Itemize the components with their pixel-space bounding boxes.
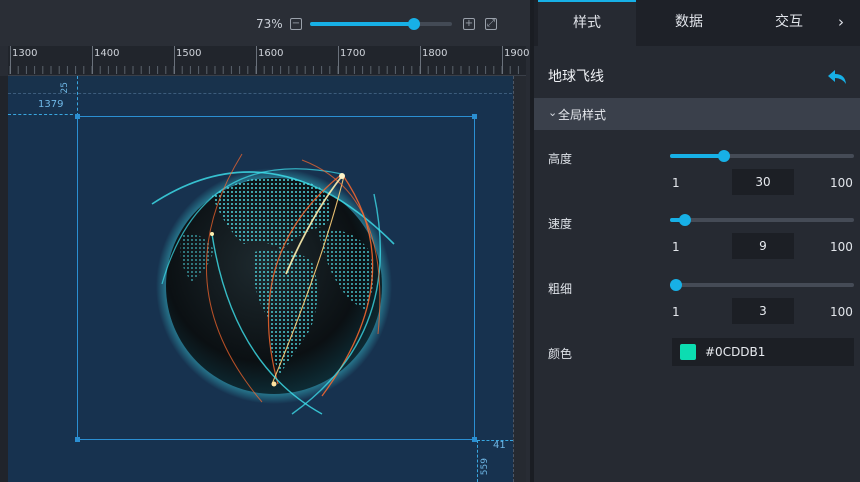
ruler-major-tick [420, 46, 421, 74]
flyline-node [339, 173, 345, 179]
flyline-globe-widget[interactable] [142, 134, 410, 424]
tab-data[interactable]: 数据 [640, 0, 738, 46]
app-window: 73% − + ⤢ 1300 1400 1500 1600 1700 1800 … [0, 0, 860, 482]
chevron-down-icon: ⌄ [548, 106, 558, 119]
panel-tabs: 样式 数据 交互 › [534, 0, 860, 46]
vertical-ruler [0, 76, 8, 482]
plus-square-icon: + [464, 18, 474, 29]
height-input[interactable] [732, 169, 794, 195]
ruler-tick-label: 1800 [422, 48, 448, 59]
canvas-vertical-scrollbar[interactable] [513, 76, 526, 482]
undo-arrow-icon[interactable] [826, 68, 848, 86]
range-max: 100 [830, 240, 853, 254]
ruler-tick-label: 1400 [94, 48, 120, 59]
canvas-area: 73% − + ⤢ 1300 1400 1500 1600 1700 1800 … [0, 0, 530, 482]
guide-line-right [477, 440, 478, 482]
resize-handle[interactable] [75, 114, 80, 119]
chevron-right-icon[interactable]: › [838, 13, 844, 31]
tab-style[interactable]: 样式 [538, 0, 636, 46]
ruler-major-tick [10, 46, 11, 74]
zoom-slider-fill [310, 22, 414, 26]
flyline-node [271, 381, 277, 387]
tab-interaction[interactable]: 交互 [740, 0, 838, 46]
ruler-tick-label: 1600 [258, 48, 284, 59]
ruler-tick-label: 1700 [340, 48, 366, 59]
guide-line-left [8, 114, 78, 115]
component-title: 地球飞线 [548, 69, 604, 85]
slider-handle[interactable] [678, 214, 691, 226]
zoom-slider[interactable] [310, 18, 452, 30]
color-hex-value: #0CDDB1 [705, 345, 766, 359]
ruler-major-tick [502, 46, 503, 74]
ruler-major-tick [338, 46, 339, 74]
property-panel: 样式 数据 交互 › 地球飞线 ⌄ 全局样式 高度 1 100 速度 1 1 [530, 0, 860, 482]
prop-label-speed: 速度 [548, 217, 573, 231]
section-header-global-style[interactable]: ⌄ 全局样式 [534, 98, 860, 130]
range-max: 100 [830, 305, 853, 319]
fit-screen-button[interactable]: ⤢ [485, 18, 497, 30]
ruler-major-tick [174, 46, 175, 74]
zoom-out-button[interactable]: − [290, 18, 302, 30]
ruler-tick-label: 1900 [504, 48, 530, 59]
speed-input[interactable] [732, 233, 794, 259]
fit-screen-icon: ⤢ [487, 18, 495, 29]
ruler-major-tick [256, 46, 257, 74]
zoom-slider-handle[interactable] [407, 18, 420, 30]
ruler-tick-label: 1500 [176, 48, 202, 59]
resize-handle[interactable] [75, 437, 80, 442]
prop-label-color: 颜色 [548, 347, 573, 361]
height-slider[interactable] [670, 150, 854, 162]
prop-label-thickness: 粗细 [548, 282, 573, 296]
slider-handle[interactable] [717, 150, 730, 162]
range-max: 100 [830, 176, 853, 190]
offset-bottom-readout: 559 [480, 458, 490, 476]
range-min: 1 [672, 176, 680, 190]
position-x-readout: 1379 [38, 99, 64, 110]
offset-right-readout: 41 [493, 440, 506, 451]
speed-slider[interactable] [670, 214, 854, 226]
prop-label-height: 高度 [548, 152, 573, 166]
thickness-slider[interactable] [670, 279, 854, 291]
minus-square-icon: − [291, 18, 301, 29]
zoom-percent-label: 73% [256, 17, 283, 31]
ruler-tick-label: 1300 [12, 48, 38, 59]
zoom-in-button[interactable]: + [463, 18, 475, 30]
position-y-readout: 25 [60, 82, 70, 94]
range-min: 1 [672, 305, 680, 319]
ruler-major-tick [92, 46, 93, 74]
slider-fill [670, 154, 724, 158]
resize-handle[interactable] [472, 114, 477, 119]
stage-top-margin [8, 76, 522, 94]
slider-handle[interactable] [670, 279, 682, 291]
color-picker-field[interactable]: #0CDDB1 [672, 338, 854, 366]
color-swatch[interactable] [680, 344, 696, 360]
range-min: 1 [672, 240, 680, 254]
zoom-toolbar: 73% − + ⤢ [0, 0, 530, 46]
guide-line-top [77, 76, 78, 116]
thickness-input[interactable] [732, 298, 794, 324]
horizontal-ruler: 1300 1400 1500 1600 1700 1800 1900 [8, 46, 530, 76]
section-title: 全局样式 [558, 108, 607, 122]
flyline-node [210, 232, 214, 236]
